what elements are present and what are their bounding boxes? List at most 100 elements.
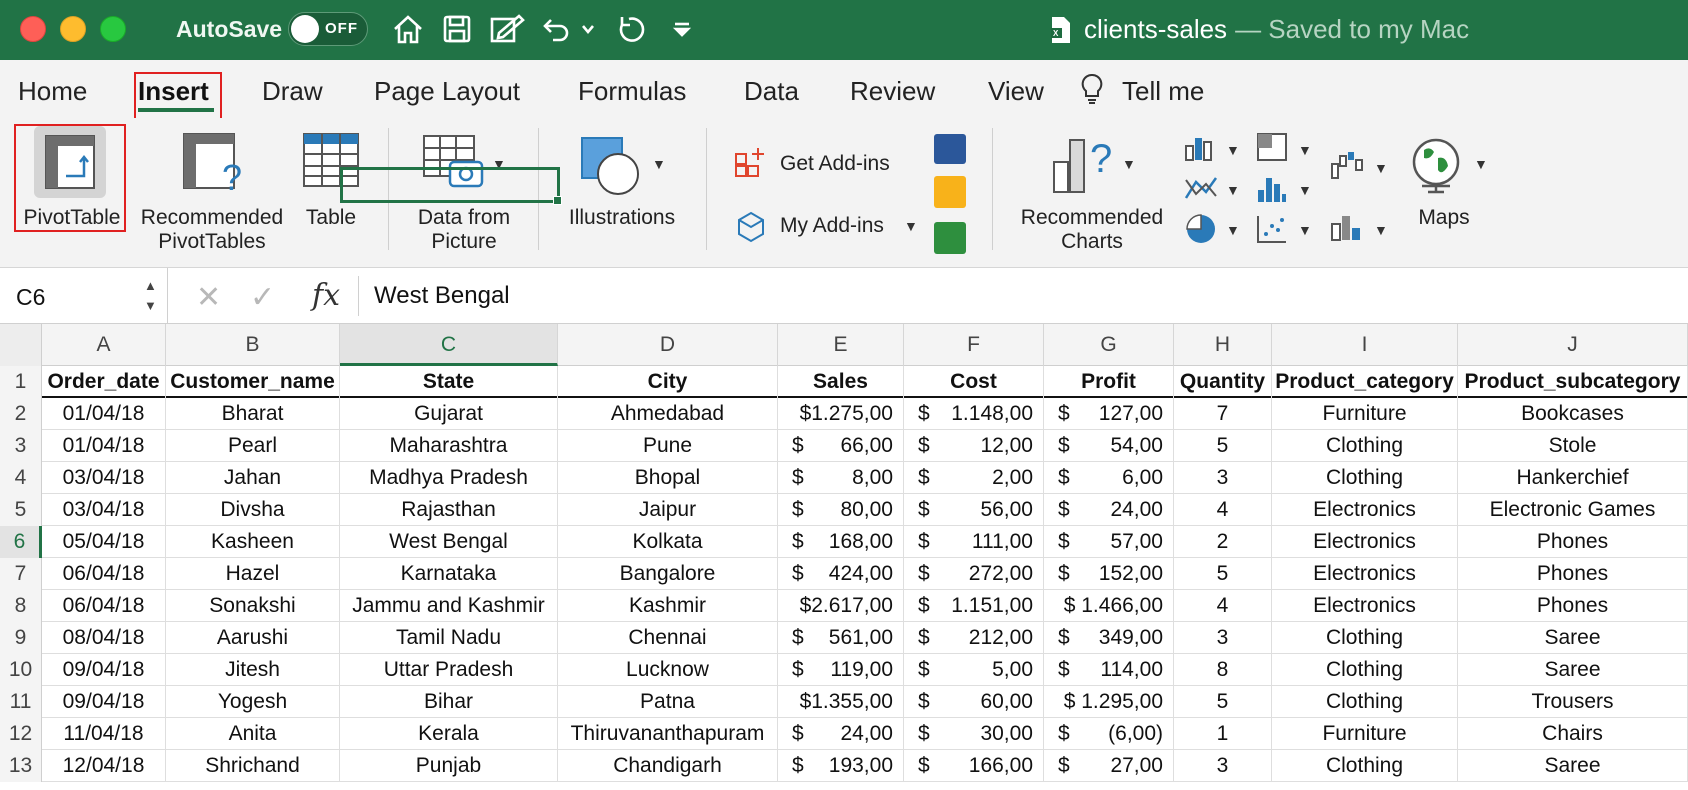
cell-f4[interactable]: $2,00 (904, 462, 1044, 494)
row-header[interactable]: 3 (0, 430, 42, 462)
cell-f3[interactable]: $12,00 (904, 430, 1044, 462)
cell-i4[interactable]: Clothing (1272, 462, 1458, 494)
cell-b5[interactable]: Divsha (166, 494, 340, 526)
column-header-h[interactable]: H (1174, 324, 1272, 366)
cell-c5[interactable]: Rajasthan (340, 494, 558, 526)
cell-e12[interactable]: $24,00 (778, 718, 904, 750)
cell-g6[interactable]: $57,00 (1044, 526, 1174, 558)
row-header[interactable]: 9 (0, 622, 42, 654)
cell-h4[interactable]: 3 (1174, 462, 1272, 494)
cell-j12[interactable]: Chairs (1458, 718, 1688, 750)
row-header[interactable]: 11 (0, 686, 42, 718)
cell-a13[interactable]: 12/04/18 (42, 750, 166, 782)
name-box[interactable]: C6 ▲ ▼ (0, 268, 168, 324)
cell-f8[interactable]: $1.151,00 (904, 590, 1044, 622)
cell-b2[interactable]: Bharat (166, 398, 340, 430)
cell-c1[interactable]: State (340, 366, 558, 398)
cell-j6[interactable]: Phones (1458, 526, 1688, 558)
cell-j10[interactable]: Saree (1458, 654, 1688, 686)
cell-d8[interactable]: Kashmir (558, 590, 778, 622)
cell-g2[interactable]: $127,00 (1044, 398, 1174, 430)
column-header-g[interactable]: G (1044, 324, 1174, 366)
cell-j11[interactable]: Trousers (1458, 686, 1688, 718)
cell-i9[interactable]: Clothing (1272, 622, 1458, 654)
cell-a5[interactable]: 03/04/18 (42, 494, 166, 526)
cell-h11[interactable]: 5 (1174, 686, 1272, 718)
row-header[interactable]: 4 (0, 462, 42, 494)
tab-view[interactable]: View (988, 76, 1044, 107)
cell-g13[interactable]: $27,00 (1044, 750, 1174, 782)
cell-f6[interactable]: $111,00 (904, 526, 1044, 558)
illustrations-dropdown-icon[interactable]: ▼ (652, 156, 666, 172)
cell-i3[interactable]: Clothing (1272, 430, 1458, 462)
column-header-e[interactable]: E (778, 324, 904, 366)
my-addins-dropdown-icon[interactable]: ▼ (904, 218, 918, 234)
cell-d12[interactable]: Thiruvananthapuram (558, 718, 778, 750)
recommended-charts-dropdown-icon[interactable]: ▼ (1122, 156, 1136, 172)
cell-a3[interactable]: 01/04/18 (42, 430, 166, 462)
cell-e2[interactable]: $1.275,00 (778, 398, 904, 430)
cell-g4[interactable]: $6,00 (1044, 462, 1174, 494)
cell-b3[interactable]: Pearl (166, 430, 340, 462)
tell-me-search[interactable]: Tell me (1122, 76, 1204, 107)
scatter-chart-icon[interactable] (1256, 214, 1288, 249)
fill-handle[interactable] (553, 196, 562, 205)
cell-e1[interactable]: Sales (778, 366, 904, 398)
cell-f10[interactable]: $5,00 (904, 654, 1044, 686)
column-header-j[interactable]: J (1458, 324, 1688, 366)
customize-toolbar-icon[interactable] (670, 10, 694, 48)
line-chart-dropdown-icon[interactable]: ▼ (1226, 182, 1240, 198)
visio-icon[interactable] (934, 134, 966, 164)
undo-dropdown-icon[interactable] (580, 10, 596, 48)
cell-f12[interactable]: $30,00 (904, 718, 1044, 750)
cell-b6[interactable]: Kasheen (166, 526, 340, 558)
cell-e7[interactable]: $424,00 (778, 558, 904, 590)
cell-h9[interactable]: 3 (1174, 622, 1272, 654)
cell-i6[interactable]: Electronics (1272, 526, 1458, 558)
column-header-a[interactable]: A (42, 324, 166, 366)
column-chart-icon[interactable] (1184, 134, 1216, 167)
cell-h12[interactable]: 1 (1174, 718, 1272, 750)
statistic-chart-icon[interactable] (1256, 174, 1288, 209)
cell-e6[interactable]: $168,00 (778, 526, 904, 558)
cell-a6[interactable]: 05/04/18 (42, 526, 166, 558)
cell-d7[interactable]: Bangalore (558, 558, 778, 590)
tab-page-layout[interactable]: Page Layout (374, 76, 520, 107)
column-header-f[interactable]: F (904, 324, 1044, 366)
row-header[interactable]: 12 (0, 718, 42, 750)
combo-chart-dropdown-icon[interactable]: ▼ (1374, 222, 1388, 238)
cell-g12[interactable]: $ (6,00) (1044, 718, 1174, 750)
tab-review[interactable]: Review (850, 76, 935, 107)
cell-c10[interactable]: Uttar Pradesh (340, 654, 558, 686)
cell-b11[interactable]: Yogesh (166, 686, 340, 718)
row-header[interactable]: 1 (0, 366, 42, 398)
redo-icon[interactable] (612, 10, 646, 48)
cell-e11[interactable]: $1.355,00 (778, 686, 904, 718)
cell-g10[interactable]: $114,00 (1044, 654, 1174, 686)
cell-a1[interactable]: Order_date (42, 366, 166, 398)
cell-d1[interactable]: City (558, 366, 778, 398)
waterfall-chart-icon[interactable] (1330, 150, 1366, 185)
cell-c11[interactable]: Bihar (340, 686, 558, 718)
undo-icon[interactable] (540, 10, 572, 48)
statistic-chart-dropdown-icon[interactable]: ▼ (1298, 182, 1312, 198)
get-addins-icon[interactable] (734, 146, 768, 185)
pie-chart-dropdown-icon[interactable]: ▼ (1226, 222, 1240, 238)
cell-c2[interactable]: Gujarat (340, 398, 558, 430)
cell-b1[interactable]: Customer_name (166, 366, 340, 398)
cell-j5[interactable]: Electronic Games (1458, 494, 1688, 526)
bing-maps-icon[interactable] (934, 176, 966, 208)
save-icon[interactable] (440, 10, 474, 48)
cell-a10[interactable]: 09/04/18 (42, 654, 166, 686)
cell-a11[interactable]: 09/04/18 (42, 686, 166, 718)
cell-e3[interactable]: $66,00 (778, 430, 904, 462)
cancel-edit-icon[interactable]: ✕ (196, 280, 221, 315)
cell-d5[interactable]: Jaipur (558, 494, 778, 526)
cell-g5[interactable]: $24,00 (1044, 494, 1174, 526)
recommended-charts-icon[interactable]: ? (1050, 132, 1122, 199)
column-header-c[interactable]: C (340, 324, 558, 366)
cell-g7[interactable]: $152,00 (1044, 558, 1174, 590)
cell-d2[interactable]: Ahmedabad (558, 398, 778, 430)
cell-h1[interactable]: Quantity (1174, 366, 1272, 398)
cell-e13[interactable]: $193,00 (778, 750, 904, 782)
